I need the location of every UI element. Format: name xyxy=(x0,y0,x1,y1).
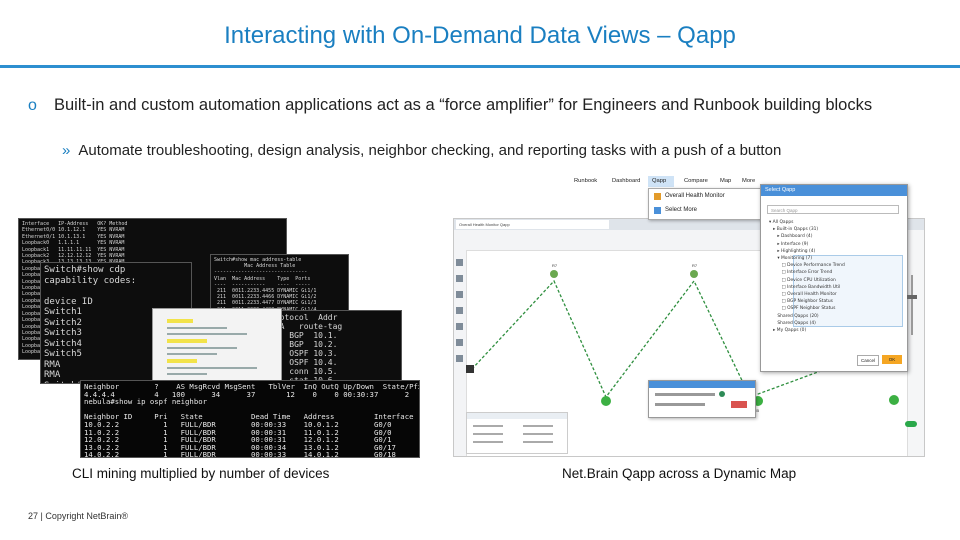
status-ok-icon xyxy=(719,391,725,397)
node-label: R7 xyxy=(692,263,698,268)
main-bullet-text: Built-in and custom automation applicati… xyxy=(54,96,873,114)
select-more-icon xyxy=(654,207,661,214)
legend-row xyxy=(473,433,503,435)
cli-output: Neighbor ? AS MsgRcvd MsgSent TblVer InQ… xyxy=(84,382,419,458)
nav-dashboard[interactable]: Dashboard xyxy=(612,178,640,184)
select-qapp-dialog: Select Qapp Search Qapp ▾ All Qapps ▸ Bu… xyxy=(760,184,908,372)
highlight-mark xyxy=(167,319,193,323)
caption-qapp: Net.Brain Qapp across a Dynamic Map xyxy=(562,466,797,481)
node-label: R7 xyxy=(552,263,558,268)
popup-row xyxy=(655,403,705,406)
cancel-button[interactable]: Cancel xyxy=(857,355,879,366)
legend-row xyxy=(523,441,553,443)
sub-bullet-marker: » xyxy=(62,142,71,159)
text-line xyxy=(167,353,217,355)
highlight-mark xyxy=(167,339,207,343)
router-node[interactable]: R7 xyxy=(690,263,698,278)
alert-badge[interactable] xyxy=(731,401,747,408)
bullet-marker: o xyxy=(28,97,37,114)
nav-more[interactable]: More xyxy=(742,178,755,184)
legend-row xyxy=(523,425,553,427)
legend-row xyxy=(473,441,503,443)
health-popup xyxy=(648,380,756,418)
qapp-search-input[interactable]: Search Qapp xyxy=(767,205,899,214)
router-node[interactable] xyxy=(601,396,611,406)
config-document-window xyxy=(152,308,282,388)
text-line xyxy=(167,367,257,369)
sub-bullet: » Automate troubleshooting, design analys… xyxy=(62,142,942,159)
map-legend xyxy=(466,412,568,454)
dropdown-item-select-more[interactable]: Select More xyxy=(665,207,697,213)
zoom-slider-handle[interactable] xyxy=(907,295,917,299)
toggle-switch[interactable] xyxy=(905,421,917,427)
legend-row xyxy=(473,425,503,427)
title-divider xyxy=(0,65,960,68)
text-line xyxy=(167,347,237,349)
text-line xyxy=(167,373,207,375)
dropdown-item-health-monitor[interactable]: Overall Health Monitor xyxy=(665,193,725,199)
health-monitor-icon xyxy=(654,193,661,200)
dialog-title: Select Qapp xyxy=(761,185,907,196)
nav-compare[interactable]: Compare xyxy=(684,178,708,184)
qapp-dropdown: Overall Health Monitor Select More xyxy=(648,188,768,220)
text-line xyxy=(167,327,227,329)
popup-row xyxy=(655,393,715,396)
highlight-mark xyxy=(167,359,197,363)
text-line xyxy=(167,333,247,335)
ok-button[interactable]: OK xyxy=(882,355,902,364)
legend-row xyxy=(523,433,553,435)
slide-title: Interacting with On-Demand Data Views – … xyxy=(224,22,736,49)
cli-terminal-ospf-neighbors: Neighbor ? AS MsgRcvd MsgSent TblVer InQ… xyxy=(80,380,420,458)
nav-map[interactable]: Map xyxy=(720,178,731,184)
caption-cli: CLI mining multiplied by number of devic… xyxy=(72,466,330,481)
slide-footer: 27 | Copyright NetBrain® xyxy=(28,511,129,521)
legend-header xyxy=(467,413,567,419)
router-node[interactable] xyxy=(889,395,899,405)
qapp-tree[interactable]: ▾ All Qapps ▸ Built-in Qapps (31) ▸ Dash… xyxy=(769,219,845,334)
sub-bullet-text: Automate troubleshooting, design analysi… xyxy=(78,142,782,159)
router-node[interactable]: R7 xyxy=(550,263,558,278)
nav-runbook[interactable]: Runbook xyxy=(574,178,597,184)
nav-qapp[interactable]: Qapp xyxy=(652,178,666,184)
zoom-slider[interactable] xyxy=(911,275,913,335)
switch-node[interactable] xyxy=(466,365,474,373)
popup-header xyxy=(649,381,755,388)
